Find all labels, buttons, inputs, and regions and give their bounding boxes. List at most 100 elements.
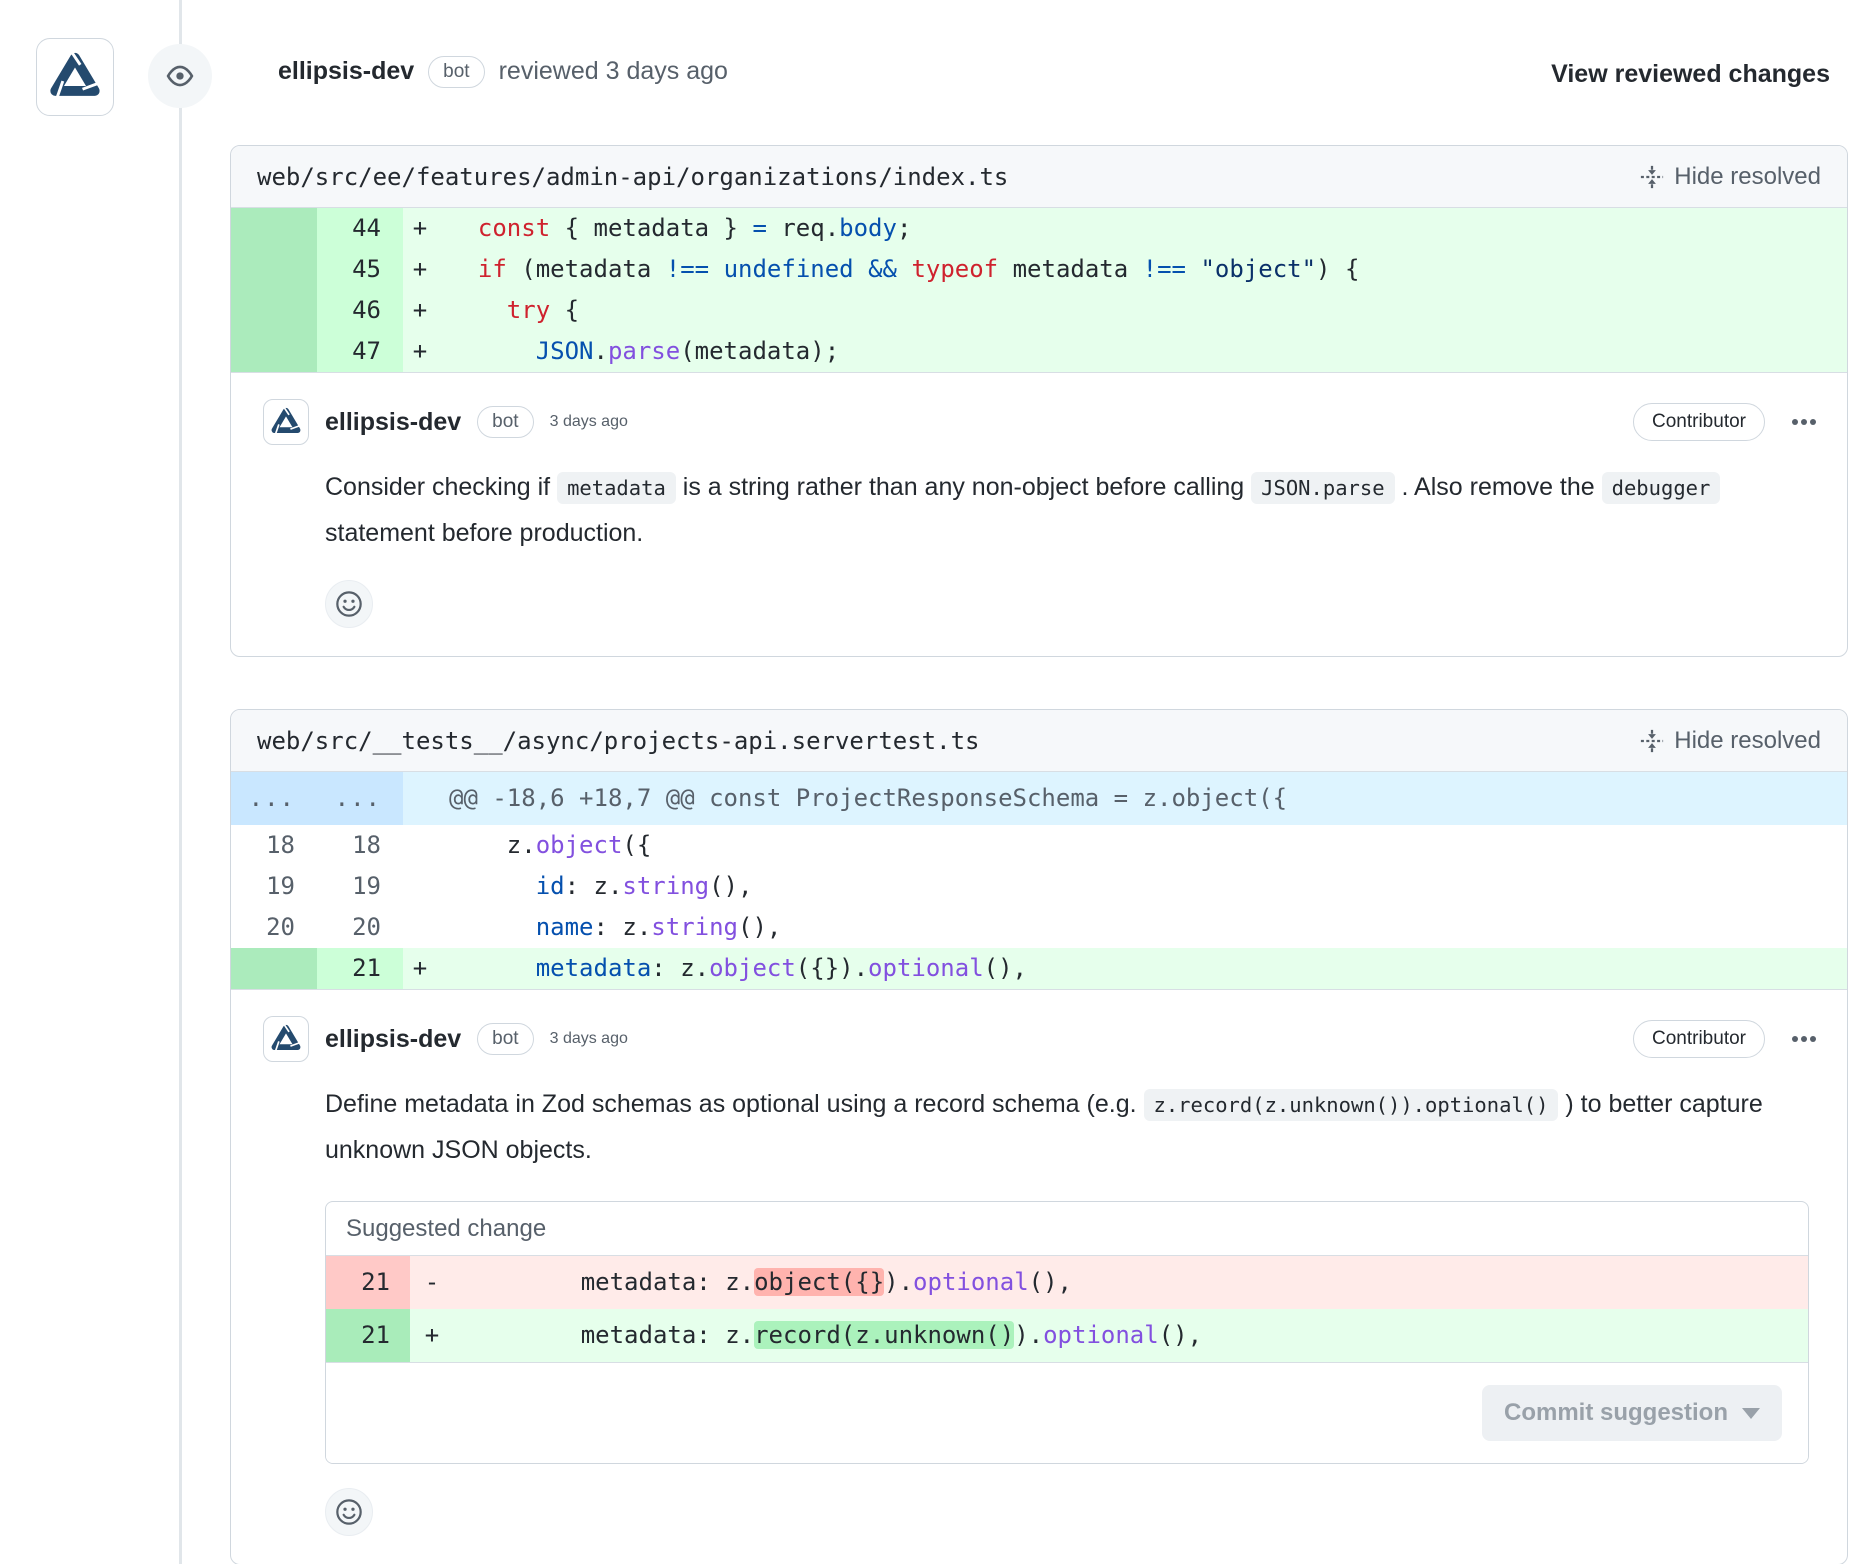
suggestion-footer: Commit suggestion [326,1362,1808,1463]
kebab-icon [1791,1035,1817,1043]
commit-suggestion-button[interactable]: Commit suggestion [1482,1385,1782,1441]
diff-line-added: 45 + if (metadata !== undefined && typeo… [231,249,1847,290]
old-line-number [231,249,317,290]
hunk-gutter: ... ... [231,772,403,825]
old-line-number: 19 [231,866,317,907]
diff-line-added: 21 + metadata: z.object({}).optional(), [231,948,1847,989]
hide-resolved-label: Hide resolved [1674,727,1821,755]
diff-marker: - [410,1256,454,1309]
review-header: ellipsis-dev bot reviewed 3 days ago Vie… [0,0,1858,145]
old-line-number [231,290,317,331]
avatar[interactable] [263,399,309,445]
add-reaction-button[interactable] [325,580,373,628]
diff-marker: + [403,948,437,989]
review-comment: ellipsis-dev bot 3 days ago Contributor … [231,990,1847,1564]
avatar[interactable] [263,1016,309,1062]
comment-author[interactable]: ellipsis-dev [325,1025,461,1054]
new-line-number: 20 [317,907,403,948]
ellipsis-logo-icon [46,48,104,106]
hunk-header-text: @@ -18,6 +18,7 @@ const ProjectResponseS… [403,772,1847,825]
old-line-number [231,331,317,372]
reviewer-name[interactable]: ellipsis-dev [278,57,414,86]
eye-icon [166,62,194,90]
commit-suggestion-label: Commit suggestion [1504,1399,1728,1427]
code-line: const { metadata } = req.body; [437,208,1847,249]
code-line: metadata: z.record(z.unknown()).optional… [454,1309,1808,1362]
smiley-icon [335,590,363,618]
suggested-change-title: Suggested change [326,1202,1808,1256]
code-line: metadata: z.object({}).optional(), [454,1256,1808,1309]
hunk-dots: ... [231,772,317,825]
comment-menu-button[interactable] [1791,1035,1817,1043]
diff-marker: + [403,249,437,290]
bot-badge: bot [428,56,484,88]
old-line-number [231,208,317,249]
new-line-number: 46 [317,290,403,331]
diff-file-header: web/src/__tests__/async/projects-api.ser… [231,710,1847,772]
new-line-number: 47 [317,331,403,372]
kebab-icon [1791,418,1817,426]
comment-header: ellipsis-dev bot 3 days ago Contributor [263,399,1817,445]
diff-block: 44 + const { metadata } = req.body; 45 +… [231,208,1847,373]
old-line-number: 18 [231,825,317,866]
fold-icon [1640,729,1664,753]
code-line: id: z.string(), [437,866,1847,907]
diff-marker [403,907,437,948]
comment-author[interactable]: ellipsis-dev [325,408,461,437]
diff-line-context: 20 20 name: z.string(), [231,907,1847,948]
diff-marker [403,825,437,866]
comment-timestamp[interactable]: 3 days ago [550,413,628,431]
diff-line-context: 18 18 z.object({ [231,825,1847,866]
code-line: metadata: z.object({}).optional(), [437,948,1847,989]
code-line: try { [437,290,1847,331]
line-number: 21 [326,1256,410,1309]
hide-resolved-button[interactable]: Hide resolved [1640,163,1821,191]
new-line-number: 21 [317,948,403,989]
ellipsis-logo-icon [269,1022,303,1056]
file-path[interactable]: web/src/ee/features/admin-api/organizati… [257,163,1008,191]
old-line-number [231,948,317,989]
comment-menu-button[interactable] [1791,418,1817,426]
diff-line-added: 46 + try { [231,290,1847,331]
review-thread-card-2: web/src/__tests__/async/projects-api.ser… [230,709,1848,1564]
diff-marker: + [410,1309,454,1362]
old-line-number: 20 [231,907,317,948]
new-line-number: 45 [317,249,403,290]
new-line-number: 18 [317,825,403,866]
comment-body: Define metadata in Zod schemas as option… [325,1082,1815,1173]
comment-timestamp[interactable]: 3 days ago [550,1030,628,1048]
review-eye-badge [148,44,212,108]
diff-file-header: web/src/ee/features/admin-api/organizati… [231,146,1847,208]
diff-marker: + [403,331,437,372]
review-thread-card-1: web/src/ee/features/admin-api/organizati… [230,145,1848,657]
ellipsis-logo-icon [269,405,303,439]
view-reviewed-changes-link[interactable]: View reviewed changes [1551,60,1830,89]
smiley-icon [335,1498,363,1526]
review-action-text: reviewed 3 days ago [499,57,728,86]
hide-resolved-button[interactable]: Hide resolved [1640,727,1821,755]
comment-header: ellipsis-dev bot 3 days ago Contributor [263,1016,1817,1062]
new-line-number: 19 [317,866,403,907]
code-line: z.object({ [437,825,1847,866]
comment-header-actions: Contributor [1633,403,1817,441]
comment-header-actions: Contributor [1633,1020,1817,1058]
code-line: name: z.string(), [437,907,1847,948]
timeline-line [179,0,182,1564]
dropdown-caret-icon [1742,1408,1760,1419]
comment-body: Consider checking if metadata is a strin… [325,465,1815,556]
reviewer-avatar[interactable] [36,38,114,116]
code-line: if (metadata !== undefined && typeof met… [437,249,1847,290]
suggestion-line-added: 21 + metadata: z.record(z.unknown()).opt… [326,1309,1808,1362]
suggestion-line-deleted: 21 - metadata: z.object({}).optional(), [326,1256,1808,1309]
bot-badge: bot [477,1023,533,1055]
add-reaction-button[interactable] [325,1488,373,1536]
diff-block: ... ... @@ -18,6 +18,7 @@ const ProjectR… [231,772,1847,990]
file-path[interactable]: web/src/__tests__/async/projects-api.ser… [257,727,979,755]
diff-line-added: 44 + const { metadata } = req.body; [231,208,1847,249]
review-comment: ellipsis-dev bot 3 days ago Contributor … [231,373,1847,656]
contributor-badge: Contributor [1633,1020,1765,1058]
bot-badge: bot [477,406,533,438]
hunk-header-row: ... ... @@ -18,6 +18,7 @@ const ProjectR… [231,772,1847,825]
hunk-dots: ... [317,772,403,825]
review-title-line: ellipsis-dev bot reviewed 3 days ago [278,56,728,88]
